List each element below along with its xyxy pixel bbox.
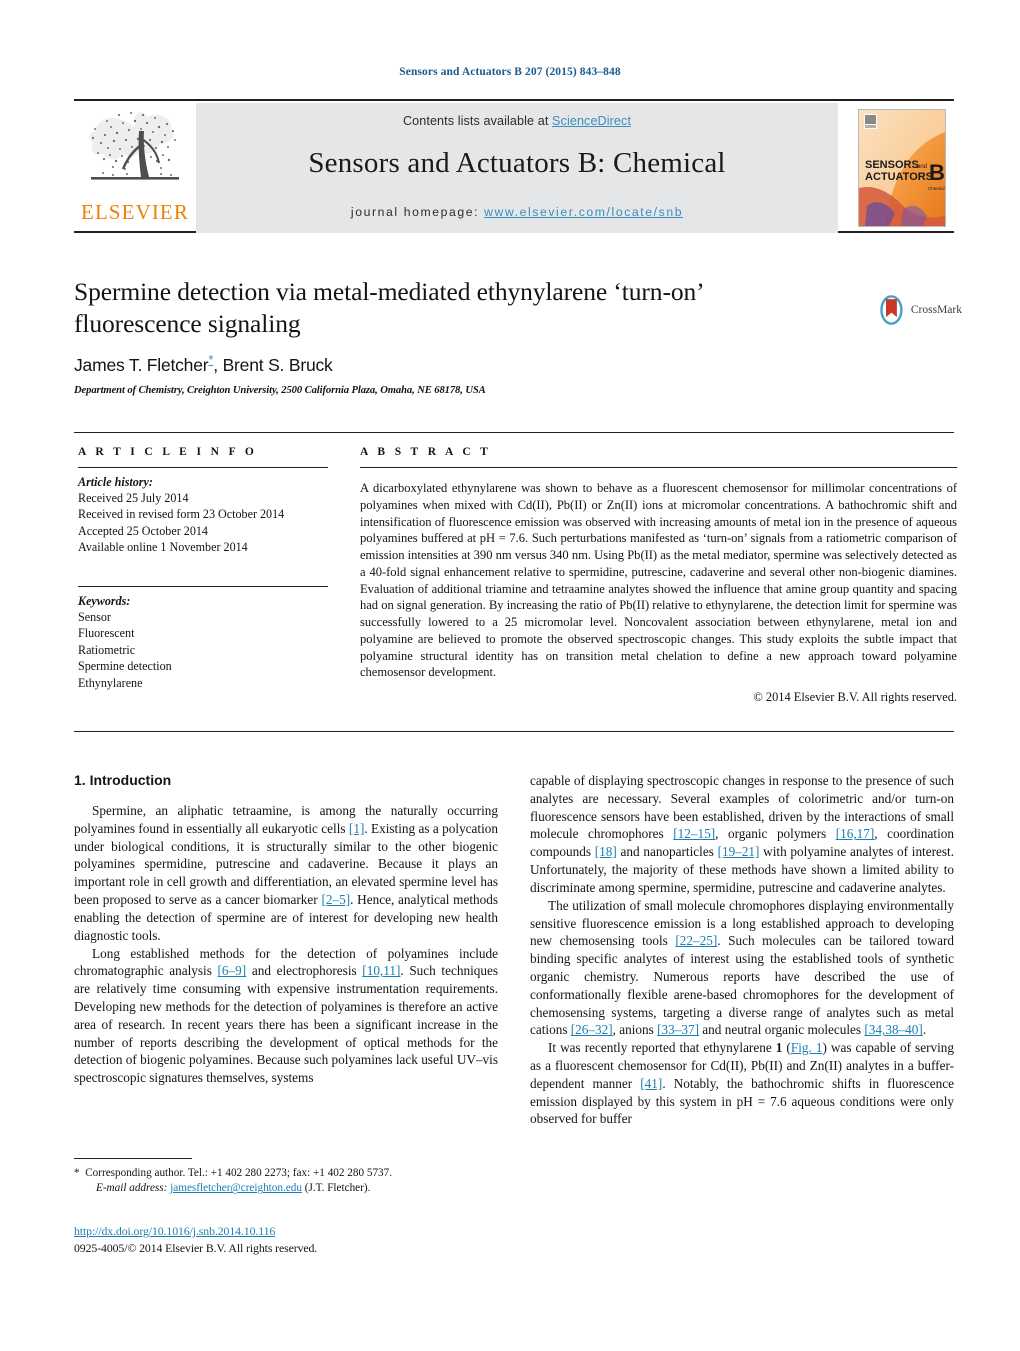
- abstract-rule: [360, 467, 957, 468]
- journal-homepage-link[interactable]: www.elsevier.com/locate/snb: [484, 205, 683, 219]
- article-info-rule: [78, 467, 328, 468]
- sciencedirect-link[interactable]: ScienceDirect: [552, 114, 631, 128]
- paragraph: The utilization of small molecule chromo…: [530, 897, 954, 1040]
- paragraph-text: , organic polymers: [715, 826, 836, 842]
- svg-text:and: and: [917, 164, 927, 170]
- article-history-item: Accepted 25 October 2014: [78, 523, 208, 538]
- keyword-item: Ethynylarene: [78, 675, 143, 690]
- elsevier-wordmark: ELSEVIER: [81, 200, 189, 224]
- paragraph: Spermine, an aliphatic tetraamine, is am…: [74, 802, 498, 945]
- crossmark-badge[interactable]: CrossMark: [876, 284, 962, 336]
- paragraph: Long established methods for the detecti…: [74, 945, 498, 1088]
- elsevier-tree-icon: [89, 112, 179, 180]
- citation-ref[interactable]: [19–21]: [718, 844, 760, 859]
- citation-ref[interactable]: [10,11]: [362, 963, 400, 978]
- citation-ref[interactable]: [16,17]: [836, 826, 875, 841]
- article-history-item: Available online 1 November 2014: [78, 540, 248, 555]
- doi-link[interactable]: http://dx.doi.org/10.1016/j.snb.2014.10.…: [74, 1224, 275, 1238]
- email-label: E-mail address:: [96, 1182, 168, 1195]
- contents-available-line: Contents lists available at ScienceDirec…: [403, 114, 631, 128]
- journal-title: Sensors and Actuators B: Chemical: [308, 147, 726, 179]
- journal-masthead: ELSEVIER Contents lists available at Sci…: [74, 99, 954, 233]
- keyword-item: Sensor: [78, 609, 111, 624]
- paragraph-text: and neutral organic molecules: [699, 1022, 865, 1038]
- citation-ref[interactable]: [22–25]: [675, 933, 717, 948]
- paragraph: It was recently reported that ethynylare…: [530, 1039, 954, 1128]
- issn-copyright-line: 0925-4005/© 2014 Elsevier B.V. All right…: [74, 1241, 318, 1255]
- contents-prefix: Contents lists available at: [402, 114, 553, 128]
- citation-ref[interactable]: [41]: [640, 1076, 662, 1091]
- email-owner: (J.T. Fletcher).: [304, 1182, 371, 1195]
- paragraph-text: . Such techniques are relatively time co…: [74, 963, 498, 1086]
- body-column-right: capable of displaying spectroscopic chan…: [530, 772, 954, 1128]
- journal-cover-thumbnail[interactable]: SENSORS and ACTUATORS B Chemical: [850, 103, 954, 233]
- section-heading-introduction: 1. Introduction: [74, 772, 172, 788]
- article-info-column: A R T I C L E I N F O Article history: R…: [78, 446, 328, 691]
- keyword-item: Spermine detection: [78, 659, 172, 674]
- article-info-heading: A R T I C L E I N F O: [78, 446, 258, 458]
- crossmark-logo-icon: [880, 295, 903, 325]
- paragraph-text: It was recently reported that ethynylare…: [548, 1040, 776, 1056]
- masthead-center: Contents lists available at ScienceDirec…: [196, 103, 838, 233]
- corresponding-author-text: Corresponding author. Tel.: +1 402 280 2…: [85, 1167, 393, 1179]
- paragraph-text: , anions: [612, 1022, 658, 1038]
- paragraph-text: and nanoparticles: [616, 844, 718, 860]
- paragraph-text: .: [922, 1022, 927, 1038]
- corresponding-author-note: * Corresponding author. Tel.: +1 402 280…: [74, 1166, 498, 1181]
- footnote-block: * Corresponding author. Tel.: +1 402 280…: [74, 1158, 498, 1197]
- author-secondary: , Brent S. Bruck: [213, 354, 333, 375]
- paragraph-text: and electrophoresis: [246, 963, 363, 979]
- citation-ref[interactable]: [2–5]: [321, 892, 350, 907]
- journal-homepage-line: journal homepage: www.elsevier.com/locat…: [351, 205, 683, 219]
- abstract-heading: A B S T R A C T: [360, 446, 492, 458]
- email-note: E-mail address: jamesfletcher@creighton.…: [74, 1181, 498, 1196]
- citation-ref[interactable]: [26–32]: [571, 1022, 613, 1037]
- keywords-label: Keywords:: [78, 593, 131, 608]
- body-column-left: 1. Introduction Spermine, an aliphatic t…: [74, 772, 498, 1087]
- elsevier-logo: ELSEVIER: [74, 103, 196, 233]
- affiliation: Department of Chemistry, Creighton Unive…: [74, 385, 486, 396]
- footnote-star: *: [74, 1167, 80, 1179]
- journal-cover-art-icon: SENSORS and ACTUATORS B Chemical: [859, 110, 945, 226]
- citation-ref[interactable]: [34,38–40]: [864, 1022, 922, 1037]
- page-title: Spermine detection via metal-mediated et…: [74, 277, 703, 338]
- abstract-text: A dicarboxylated ethynylarene was shown …: [360, 481, 957, 680]
- crossmark-label: CrossMark: [910, 304, 962, 316]
- paragraph-text: (: [782, 1040, 791, 1056]
- citation-ref[interactable]: [33–37]: [657, 1022, 699, 1037]
- figure-ref[interactable]: Fig. 1: [791, 1040, 823, 1055]
- keywords-rule: [78, 585, 328, 587]
- running-head: Sensors and Actuators B 207 (2015) 843–8…: [399, 66, 621, 78]
- citation-ref[interactable]: [12–15]: [673, 826, 715, 841]
- svg-text:B: B: [929, 160, 945, 185]
- article-history-label: Article history:: [78, 475, 153, 489]
- paragraph: capable of displaying spectroscopic chan…: [530, 772, 954, 897]
- article-history-item: Received in revised form 23 October 2014: [78, 507, 285, 522]
- citation-ref[interactable]: [6–9]: [218, 963, 247, 978]
- email-link[interactable]: jamesfletcher@creighton.edu: [170, 1182, 302, 1194]
- abstract-column: A B S T R A C T A dicarboxylated ethynyl…: [360, 446, 957, 705]
- keyword-item: Fluorescent: [78, 626, 135, 641]
- citation-ref[interactable]: [18]: [595, 844, 617, 859]
- homepage-prefix: journal homepage:: [350, 205, 485, 219]
- author-primary: James T. Fletcher: [74, 354, 209, 375]
- svg-text:ACTUATORS: ACTUATORS: [865, 171, 933, 183]
- citation-ref[interactable]: [1]: [349, 821, 364, 836]
- article-history-item: Received 25 July 2014: [78, 491, 189, 505]
- author-list: James T. Fletcher*, Brent S. Bruck: [74, 352, 333, 376]
- abstract-copyright: © 2014 Elsevier B.V. All rights reserved…: [753, 690, 957, 704]
- doi-block: http://dx.doi.org/10.1016/j.snb.2014.10.…: [74, 1222, 504, 1256]
- footnote-rule: [74, 1158, 192, 1159]
- article-page: Sensors and Actuators B 207 (2015) 843–8…: [0, 0, 1020, 1351]
- keyword-item: Ratiometric: [78, 642, 136, 657]
- svg-text:Chemical: Chemical: [928, 186, 945, 191]
- svg-text:SENSORS: SENSORS: [865, 159, 919, 171]
